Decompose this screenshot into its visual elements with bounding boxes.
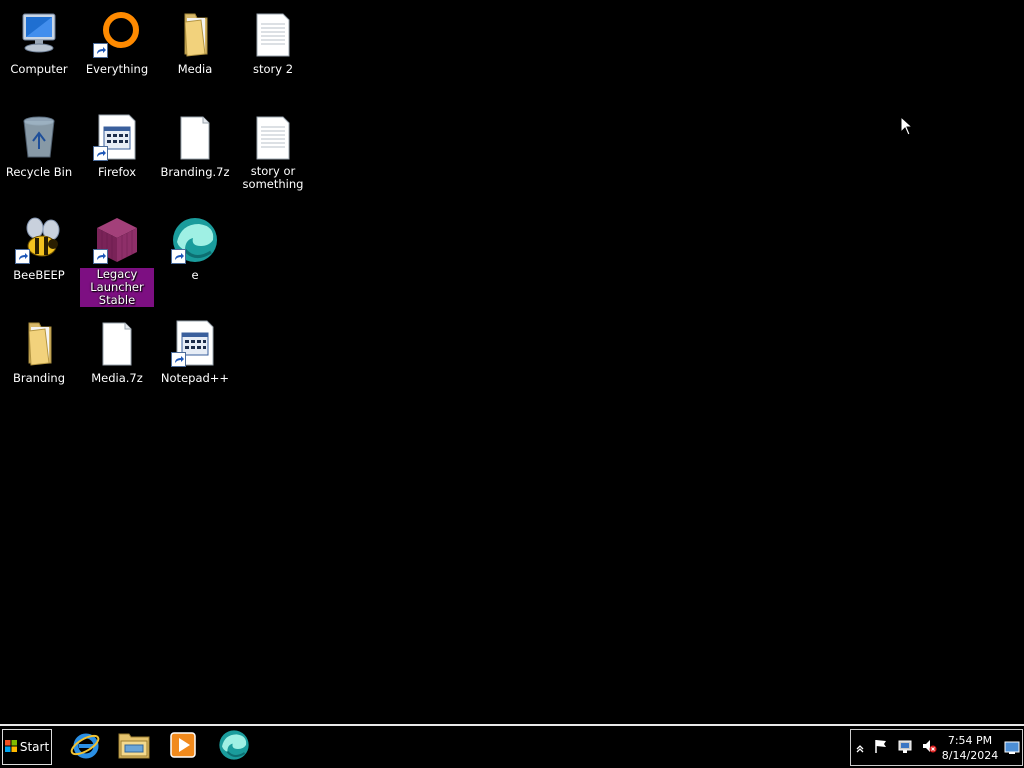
desktop-icon-branding-folder[interactable]: Branding — [2, 315, 76, 411]
desktop-icon-legacy-launcher-stable[interactable]: Legacy Launcher Stable — [80, 212, 154, 308]
desktop-icon-label: Notepad++ — [160, 371, 230, 385]
desktop-icon-beebeep[interactable]: BeeBEEP — [2, 212, 76, 308]
chevron-up-icon — [855, 739, 865, 758]
desktop-icon-firefox[interactable]: Firefox — [80, 109, 154, 205]
shortcut-arrow-icon — [171, 249, 186, 264]
taskbar-pin-media-player[interactable] — [165, 730, 201, 764]
desktop-icon-recycle-bin[interactable]: Recycle Bin — [2, 109, 76, 205]
internet-explorer-icon — [69, 729, 101, 765]
desktop-icon-e[interactable]: e — [158, 212, 232, 308]
bee-icon — [15, 216, 63, 264]
desktop-icon-label: Firefox — [97, 165, 137, 179]
desktop[interactable]: Computer Everything Media story 2 Recycl… — [0, 0, 1024, 724]
recycle-bin-icon — [15, 113, 63, 161]
media-player-icon — [168, 730, 198, 764]
desktop-icon-label: Branding.7z — [160, 165, 230, 179]
desktop-icon-everything[interactable]: Everything — [80, 6, 154, 102]
clock-time: 7:54 PM — [947, 734, 993, 747]
desktop-icon-notepad-plus-plus[interactable]: Notepad++ — [158, 315, 232, 411]
text-document-icon — [249, 113, 297, 161]
computer-icon — [15, 10, 63, 58]
desktop-icon-label: Recycle Bin — [5, 165, 73, 179]
start-label: Start — [19, 740, 50, 754]
desktop-icon-computer[interactable]: Computer — [2, 6, 76, 102]
desktop-icon-branding-7z[interactable]: Branding.7z — [158, 109, 232, 205]
volume-button[interactable] — [920, 739, 938, 757]
shortcut-arrow-icon — [93, 43, 108, 58]
desktop-icon-label: Media — [177, 62, 213, 76]
cube-icon — [93, 216, 141, 264]
taskbar-pin-internet-explorer[interactable] — [67, 730, 103, 764]
show-hidden-icons-button[interactable] — [851, 739, 869, 757]
show-desktop-icon — [1004, 740, 1020, 759]
network-icon — [897, 738, 913, 758]
firefox-app-icon — [93, 113, 141, 161]
mouse-cursor-icon — [900, 115, 914, 140]
blank-file-icon — [171, 113, 219, 161]
desktop-icon-media-7z[interactable]: Media.7z — [80, 315, 154, 411]
system-tray: 7:54 PM 8/14/2024 — [850, 729, 1023, 766]
folder-icon — [15, 319, 63, 367]
desktop-icon-label: BeeBEEP — [13, 268, 65, 282]
flag-icon — [873, 738, 889, 758]
desktop-icon-label: Legacy Launcher Stable — [80, 268, 154, 307]
file-explorer-icon — [117, 730, 151, 764]
shortcut-arrow-icon — [15, 249, 30, 264]
everything-icon — [93, 10, 141, 58]
desktop-icon-label: Computer — [10, 62, 68, 76]
clock-date: 8/14/2024 — [941, 749, 999, 762]
edge-icon — [218, 729, 250, 765]
desktop-icon-media-folder[interactable]: Media — [158, 6, 232, 102]
desktop-icon-label: story or something — [242, 164, 304, 191]
show-desktop-button[interactable] — [1003, 740, 1021, 758]
desktop-icon-label: Branding — [12, 371, 66, 385]
taskbar: Start 7:54 PM 8/14/2024 — [0, 724, 1024, 768]
folder-icon — [171, 10, 219, 58]
shortcut-arrow-icon — [93, 249, 108, 264]
shortcut-arrow-icon — [93, 146, 108, 161]
desktop-icon-story-2[interactable]: story 2 — [236, 6, 310, 102]
app-window-icon — [171, 319, 219, 367]
shortcut-arrow-icon — [171, 352, 186, 367]
desktop-icon-label: story 2 — [252, 62, 294, 76]
taskbar-pin-edge[interactable] — [216, 730, 252, 764]
desktop-icon-label: e — [191, 268, 199, 282]
taskbar-pin-file-explorer[interactable] — [116, 730, 152, 764]
edge-icon — [171, 216, 219, 264]
volume-muted-icon — [921, 738, 937, 758]
action-center-button[interactable] — [872, 739, 890, 757]
desktop-icon-label: Everything — [85, 62, 149, 76]
desktop-icon-label: Media.7z — [91, 371, 143, 385]
desktop-icon-story-or-something[interactable]: story or something — [236, 109, 310, 205]
taskbar-clock[interactable]: 7:54 PM 8/14/2024 — [941, 733, 999, 763]
network-button[interactable] — [896, 739, 914, 757]
blank-file-icon — [93, 319, 141, 367]
text-document-icon — [249, 10, 297, 58]
start-button[interactable]: Start — [2, 729, 52, 765]
windows-logo-icon — [4, 739, 17, 755]
